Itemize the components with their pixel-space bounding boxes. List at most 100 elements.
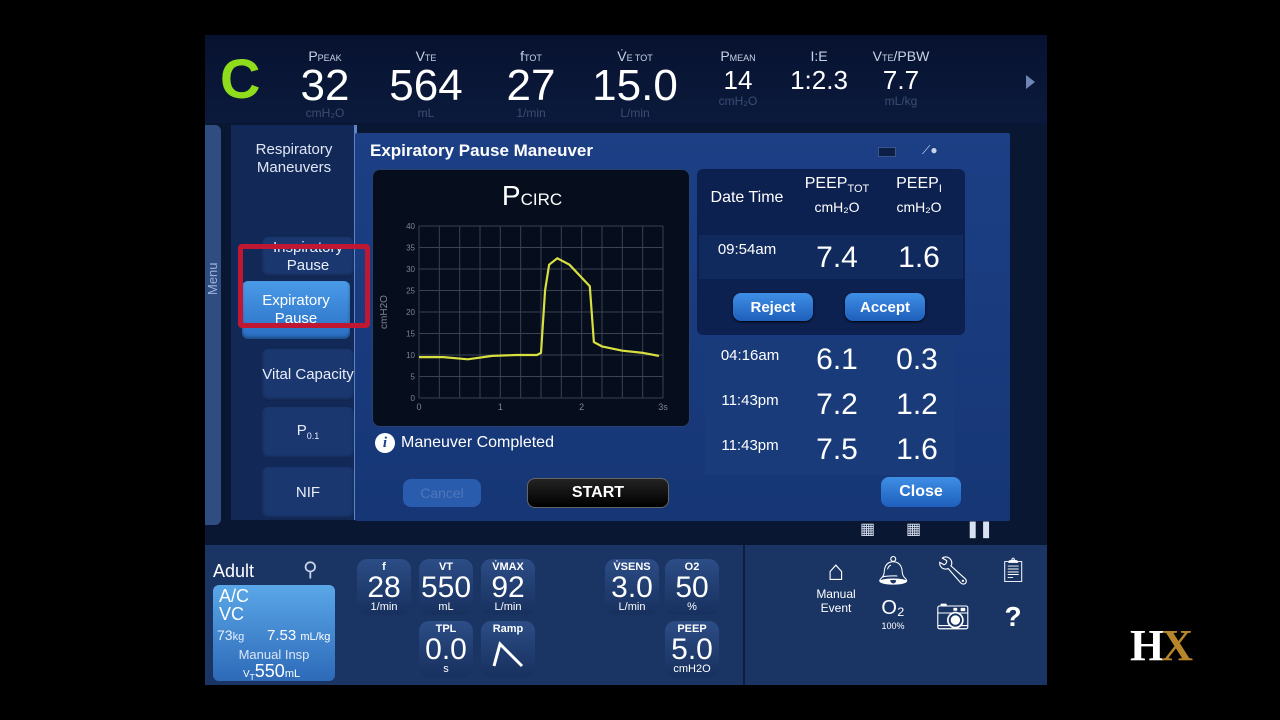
o2-value: 100% — [881, 621, 905, 631]
y-tick-label: 40 — [406, 222, 415, 231]
setting-vsens[interactable]: V̇SENS 3.0 L/min — [605, 559, 659, 615]
history-peep-i-1: 0.3 — [896, 343, 938, 376]
accept-button[interactable]: Accept — [845, 293, 925, 321]
vital-1: VTE 564 mL — [385, 49, 467, 119]
manual-event-label: Manual Event — [816, 587, 856, 615]
hx-logo-x: X — [1161, 621, 1193, 670]
setting-peep-unit: cmH2O — [673, 663, 711, 675]
expand-arrow-icon[interactable] — [1026, 75, 1035, 89]
history-time-1: 04:16am — [720, 347, 780, 364]
cancel-button[interactable]: Cancel — [403, 479, 481, 507]
vital-value: 14 — [723, 65, 753, 95]
header-peep-tot-unit: cmH₂O — [814, 199, 860, 216]
vt-per-kg-unit: mL/kg — [300, 631, 331, 643]
home-icon: ⌂ — [827, 555, 845, 586]
vital-value: 27 — [506, 61, 556, 110]
vt-per-kg: 7.53 mL/kg — [267, 627, 330, 644]
start-button[interactable]: START — [527, 478, 669, 508]
setting-vmax[interactable]: V̇MAX 92 L/min — [481, 559, 535, 615]
clipboard-alert-icon: 📋︎ — [997, 557, 1029, 584]
ramp-waveform-icon — [492, 641, 524, 668]
history-peep-i-3: 1.6 — [896, 433, 938, 466]
history-peep-tot-3: 7.5 — [816, 433, 858, 466]
setting-vt[interactable]: VT 550 mL — [419, 559, 473, 615]
setting-o2-unit: % — [687, 601, 697, 613]
pause-icon[interactable]: ❚❚ — [966, 519, 993, 539]
close-button[interactable]: Close — [881, 477, 961, 507]
header-peep-tot-sub: TOT — [847, 183, 870, 196]
current-peep-i: 1.6 — [898, 241, 940, 274]
vital-value: 7.7 — [882, 65, 920, 95]
camera-button[interactable]: 📷︎ — [933, 601, 973, 633]
setting-peep[interactable]: PEEP 5.0 cmH2O — [665, 621, 719, 677]
setting-vsens-value: 3.0 — [611, 571, 653, 604]
history-peep-i-2: 1.2 — [896, 388, 938, 421]
mode-line-1: A/C — [219, 586, 250, 606]
y-tick-label: 35 — [406, 244, 415, 253]
y-tick-label: 5 — [411, 373, 416, 382]
menu-tab[interactable]: Menu — [205, 125, 221, 525]
alarm-button[interactable]: 🔔︎ — [873, 555, 913, 587]
setting-f[interactable]: f 28 1/min — [357, 559, 411, 615]
vital-value: 1:2.3 — [790, 65, 848, 95]
setting-o2[interactable]: O2 50% — [665, 559, 719, 615]
nif-button[interactable]: NIF — [262, 467, 354, 519]
patient-weight: 73kg — [217, 627, 244, 643]
help-icon: ? — [1004, 601, 1022, 632]
setting-peep-value: 5.0 — [671, 633, 713, 666]
header-peep-i: PEEPI cmH₂O — [879, 175, 959, 217]
vital-unit: mL/kg — [884, 94, 918, 108]
weight-unit: kg — [232, 631, 245, 643]
vital-value: 564 — [389, 61, 463, 110]
maneuvers-title: Respiratory Maneuvers — [255, 141, 333, 176]
wrench-button[interactable]: 🔧︎ — [933, 555, 973, 587]
ventilator-screen: C PPEAK 32 cmH₂O VTE 564 mL fTOT 27 1/min V̇E TOT… — [205, 35, 1047, 685]
panel-title: Expiratory Pause Maneuver — [370, 141, 593, 160]
o2-button[interactable]: O₂ 100% — [873, 597, 913, 633]
header-peep-i-unit: cmH₂O — [896, 199, 942, 216]
vital-capacity-button[interactable]: Vital Capacity — [262, 349, 354, 401]
help-button[interactable]: ? — [995, 601, 1031, 633]
manual-vt-unit: mL — [284, 668, 301, 680]
history-time-3: 11:43pm — [721, 437, 779, 454]
manual-event-button[interactable]: ⌂ Manual Event — [811, 555, 861, 615]
setting-ramp[interactable]: Ramp — [481, 621, 535, 677]
manual-insp-label: Manual Insp — [238, 647, 310, 662]
current-time: 09:54am — [717, 241, 777, 258]
history-peep-tot-2: 7.2 — [816, 388, 858, 421]
header-peep-i-main: PEEP — [896, 175, 939, 192]
vital-label: I:E — [789, 49, 849, 65]
vital-label-sub: MEAN — [729, 53, 756, 63]
camera-icon: 📷︎ — [935, 601, 971, 632]
manual-vt-symbol: VT — [243, 669, 255, 682]
reject-button[interactable]: Reject — [733, 293, 813, 321]
setting-f-unit: 1/min — [370, 601, 398, 613]
vital-value: 15.0 — [592, 61, 678, 110]
status-text: Maneuver Completed — [401, 434, 554, 451]
history-time-2: 11:43pm — [721, 392, 779, 409]
vital-6: VTE/PBW 7.7 mL/kg — [863, 49, 939, 107]
setting-vmax-unit: L/min — [494, 601, 522, 613]
cursor-icon[interactable]: ⟋● — [922, 143, 946, 157]
maneuver-status: i Maneuver Completed — [375, 433, 554, 453]
setting-tpl[interactable]: TPL 0.0 s — [419, 621, 473, 677]
clipboard-alert-button[interactable]: 📋︎ — [995, 555, 1031, 587]
mode-box[interactable]: A/C VC 73kg 7.53 mL/kg Manual Insp VT550m… — [213, 585, 335, 682]
patient-settings[interactable]: Adult ⚲ A/C VC 73kg 7.53 mL/kg Manual Ins… — [209, 551, 339, 682]
series-line-0 — [419, 256, 660, 361]
freeze-icon[interactable] — [878, 147, 896, 157]
expiratory-pause-panel: Expiratory Pause Maneuver ⟋● PCIRC 0 5 10 1… — [355, 133, 1010, 521]
x-tick-label: 2 — [579, 402, 584, 412]
setting-o2-value: 50 — [675, 571, 709, 604]
setting-ramp-label: Ramp — [492, 623, 524, 635]
pcirc-chart: 0 5 10 15 20 25 30 35 40 0 1 2 3s cmH2O — [379, 222, 668, 412]
panel-tools: ⟋● — [878, 143, 948, 159]
p01-button[interactable]: P0.1 — [262, 407, 354, 459]
screen-config-icon[interactable]: ▦ — [860, 519, 875, 539]
x-tick-label: 1 — [498, 402, 503, 412]
y-tick-label: 30 — [406, 265, 415, 274]
grid-icon[interactable]: ▦ — [906, 519, 921, 539]
vital-0: PPEAK 32 cmH₂O — [295, 49, 355, 119]
wrench-icon: 🔧︎ — [935, 555, 971, 586]
header-peep-i-sub: I — [938, 183, 942, 196]
